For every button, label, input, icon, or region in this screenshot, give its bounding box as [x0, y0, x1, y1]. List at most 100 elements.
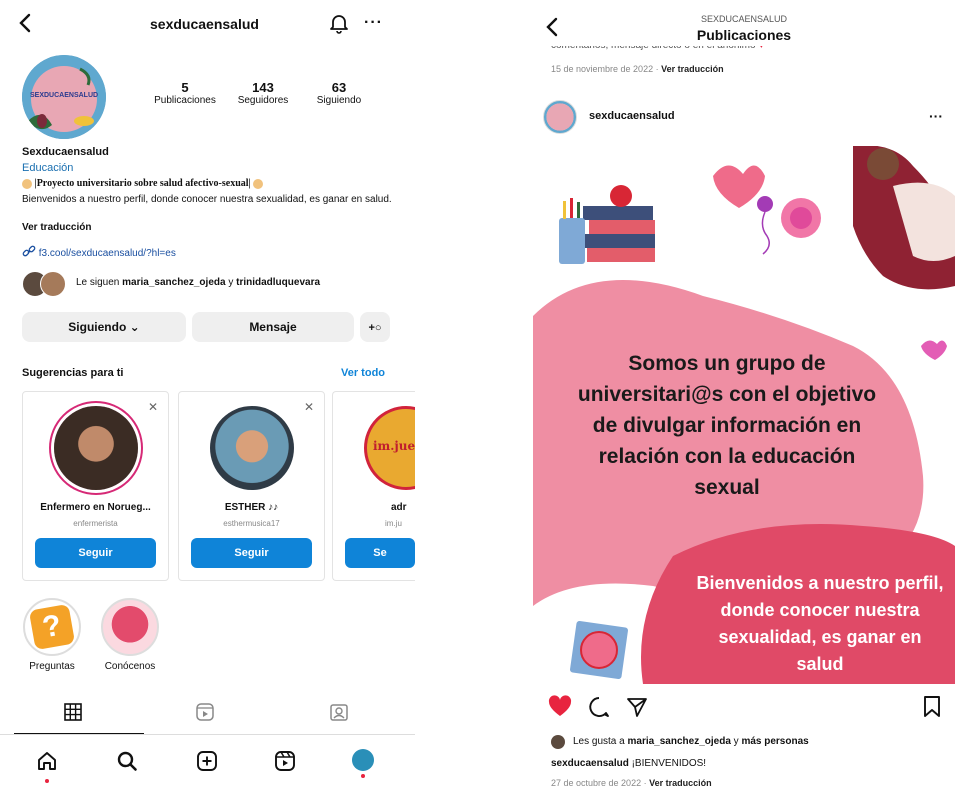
nav-create[interactable]: [196, 750, 218, 777]
more-options-icon[interactable]: ···: [364, 14, 383, 32]
post-image-main-text: Somos un grupo de universitari@s con el …: [577, 352, 877, 499]
followed-by-text[interactable]: Le siguen maria_sanchez_ojeda y trinidad…: [76, 277, 320, 288]
highlight-about-us-label: Conócenos: [104, 661, 156, 672]
reels-icon: [196, 703, 214, 721]
stat-posts-value: 5: [181, 80, 189, 95]
bio-line-2: Bienvenidos a nuestro perfil, donde cono…: [22, 194, 392, 205]
suggestion-name-2-text: ESTHER: [224, 502, 266, 513]
post-more-icon[interactable]: ···: [929, 108, 943, 124]
follow-button-3[interactable]: Se: [345, 538, 415, 568]
see-all-link[interactable]: Ver todo: [341, 367, 385, 379]
suggestion-avatar-3[interactable]: im.jue: [364, 406, 415, 490]
nav-reels[interactable]: [274, 750, 296, 777]
like-icon[interactable]: [547, 694, 573, 723]
tab-tagged[interactable]: [330, 703, 348, 726]
following-button[interactable]: Siguiendo ⌄: [22, 312, 186, 342]
following-button-label: Siguiendo: [68, 320, 127, 334]
suggestion-username-3: im.ju: [385, 519, 402, 528]
tagged-icon: [330, 704, 348, 721]
nav-home[interactable]: [36, 750, 58, 783]
profile-screen: sexducaensalud ··· SEXDUCAENSALUD 5 Publ…: [0, 0, 415, 790]
bio-line-1-text: |Proyecto universitario sobre salud afec…: [34, 178, 251, 189]
followed-by-prefix: Le siguen: [76, 277, 120, 288]
highlight-questions-cover: ?: [23, 598, 81, 656]
tab-reels[interactable]: [196, 703, 214, 726]
follow-button-2[interactable]: Seguir: [191, 538, 312, 568]
suggestion-avatar-2[interactable]: [210, 406, 294, 490]
notification-dot: [45, 779, 49, 783]
likes-more: más personas: [741, 736, 809, 747]
profile-category: Educación: [22, 162, 74, 174]
share-icon[interactable]: [625, 695, 649, 724]
likes-avatar: [551, 735, 565, 749]
followed-by-user-2: trinidadluquevara: [236, 277, 321, 288]
suggestions-title: Sugerencias para ti: [22, 367, 124, 379]
followed-by-and: y: [228, 277, 234, 288]
stat-followers[interactable]: 143 Seguidores: [228, 80, 298, 106]
post-translate[interactable]: Ver traducción: [649, 778, 712, 788]
add-user-button[interactable]: +○: [360, 312, 390, 342]
highlight-questions[interactable]: ? Preguntas: [20, 598, 84, 672]
follow-button-1[interactable]: Seguir: [35, 538, 156, 568]
followed-by-user-1: maria_sanchez_ojeda: [122, 277, 226, 288]
post-image[interactable]: Somos un grupo de universitari@s con el …: [533, 146, 955, 684]
close-icon[interactable]: ✕: [304, 400, 314, 414]
previous-post-caption-cut: comentarios, mensaje directo o en el anó…: [551, 46, 841, 52]
previous-post-translate[interactable]: Ver traducción: [661, 64, 724, 74]
question-mark-icon: ?: [28, 603, 76, 651]
suggestion-avatar-1[interactable]: [54, 406, 138, 490]
student-emoji-icon-2: [253, 178, 264, 189]
post-username[interactable]: sexducaensalud: [589, 110, 675, 122]
header-title: Publicaciones: [696, 27, 792, 43]
highlight-questions-label: Preguntas: [29, 661, 75, 672]
chevron-down-icon: ⌄: [129, 320, 140, 334]
stat-posts[interactable]: 5 Publicaciones: [150, 80, 220, 106]
bio-line-1: |Proyecto universitario sobre salud afec…: [22, 178, 264, 189]
add-user-icon: +○: [368, 322, 382, 334]
stat-following-label: Siguiendo: [316, 95, 362, 106]
highlight-about-us-cover: [101, 598, 159, 656]
suggestion-card-3[interactable]: im.jue adr im.ju Se: [332, 391, 415, 581]
stat-followers-value: 143: [252, 80, 274, 95]
tabs-divider: [0, 734, 415, 735]
nav-search[interactable]: [116, 750, 138, 777]
music-notes-icon: ♪♪: [268, 502, 279, 513]
nav-profile[interactable]: [352, 749, 374, 778]
profile-avatar-small: [352, 749, 374, 771]
profile-link-text: f3.cool/sexducaensalud/?hl=es: [38, 248, 176, 260]
suggestion-name-3: adr: [391, 502, 407, 513]
message-button[interactable]: Mensaje: [192, 312, 354, 342]
suggestion-card-1[interactable]: ✕ Enfermero en Norueg... enfermerista Se…: [22, 391, 169, 581]
grid-icon: [64, 703, 82, 721]
profile-name: Sexducaensalud: [22, 146, 109, 158]
home-icon: [38, 752, 56, 770]
previous-post-date: 15 de noviembre de 2022: [551, 64, 654, 74]
notification-dot: [361, 774, 365, 778]
highlight-about-us[interactable]: Conócenos: [98, 598, 162, 672]
suggestion-name-1: Enfermero en Norueg...: [40, 502, 151, 513]
post-meta: 27 de octubre de 2022 · Ver traducción: [551, 778, 712, 788]
close-icon[interactable]: ✕: [148, 400, 158, 414]
student-emoji-icon: [22, 178, 32, 189]
bio-translate-link[interactable]: Ver traducción: [22, 222, 91, 233]
likes-text[interactable]: Les gusta a maria_sanchez_ojeda y más pe…: [573, 736, 809, 747]
stat-posts-label: Publicaciones: [154, 95, 216, 106]
avatar-text: SEXDUCAENSALUD: [30, 92, 99, 99]
tab-grid[interactable]: [64, 703, 82, 726]
profile-link[interactable]: f3.cool/sexducaensalud/?hl=es: [22, 245, 176, 262]
stat-following[interactable]: 63 Siguiendo: [304, 80, 374, 106]
profile-avatar[interactable]: SEXDUCAENSALUD: [22, 55, 106, 139]
suggestion-card-2[interactable]: ✕ ESTHER ♪♪ esthermusica17 Seguir: [178, 391, 325, 581]
bookmark-icon[interactable]: [921, 695, 943, 724]
reels-icon: [275, 751, 295, 771]
bell-icon[interactable]: [328, 12, 350, 34]
suggestion-avatar-3-text: im.jue: [373, 439, 415, 453]
post-caption: sexducaensalud ¡BIENVENIDOS!: [551, 758, 706, 769]
likes-and: y: [733, 736, 739, 747]
stat-following-value: 63: [331, 80, 347, 95]
back-icon[interactable]: [16, 12, 36, 34]
caption-username[interactable]: sexducaensalud: [551, 758, 629, 769]
plus-square-icon: [197, 751, 217, 771]
comment-icon[interactable]: [587, 695, 611, 724]
post-avatar[interactable]: [543, 100, 577, 134]
